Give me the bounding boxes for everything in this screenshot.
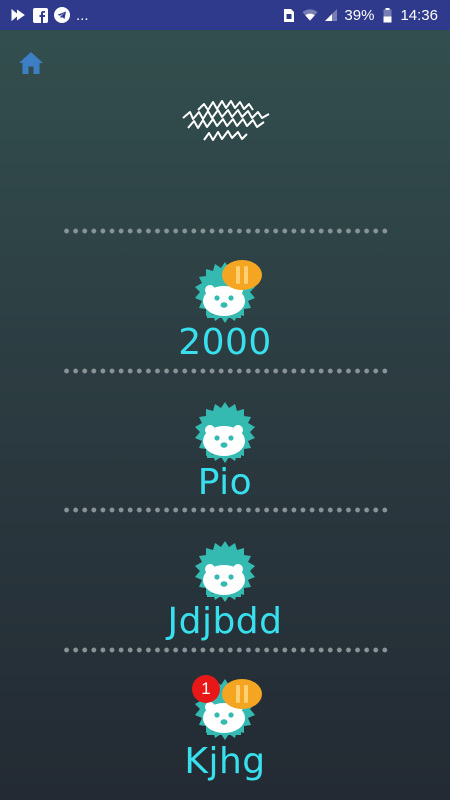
player-item[interactable]: Pio: [60, 376, 390, 506]
player-name: Jdjbdd: [167, 601, 283, 642]
player-name: Pio: [197, 462, 253, 503]
wifi-icon: [302, 7, 318, 23]
telegram-icon: [54, 7, 70, 23]
coin-icon: [222, 679, 262, 709]
status-more-text: ...: [76, 6, 89, 24]
status-bar: ... 39% 14:36: [0, 0, 450, 30]
hedgehog-avatar-icon: [193, 400, 257, 464]
coin-icon: [222, 260, 262, 290]
player-item[interactable]: 2000: [60, 236, 390, 366]
divider: [62, 647, 388, 653]
facebook-icon: [32, 7, 48, 23]
notification-icon: [10, 7, 26, 23]
divider: [62, 368, 388, 374]
player-item[interactable]: 1 Kjhg: [60, 655, 390, 785]
signal-icon: [323, 7, 339, 23]
clock: 14:36: [400, 6, 438, 24]
app-logo: [180, 98, 272, 150]
player-name: 2000: [178, 322, 272, 363]
player-item[interactable]: Jdjbdd: [60, 515, 390, 645]
sim-icon: [281, 7, 297, 23]
divider: [62, 507, 388, 513]
notification-badge: 1: [192, 675, 220, 703]
home-icon: [19, 52, 43, 74]
divider: [62, 228, 388, 234]
player-name: Kjhg: [184, 741, 266, 782]
battery-icon: [379, 7, 395, 23]
home-button[interactable]: [18, 50, 44, 76]
hedgehog-avatar-icon: [193, 539, 257, 603]
battery-percent: 39%: [344, 6, 375, 24]
